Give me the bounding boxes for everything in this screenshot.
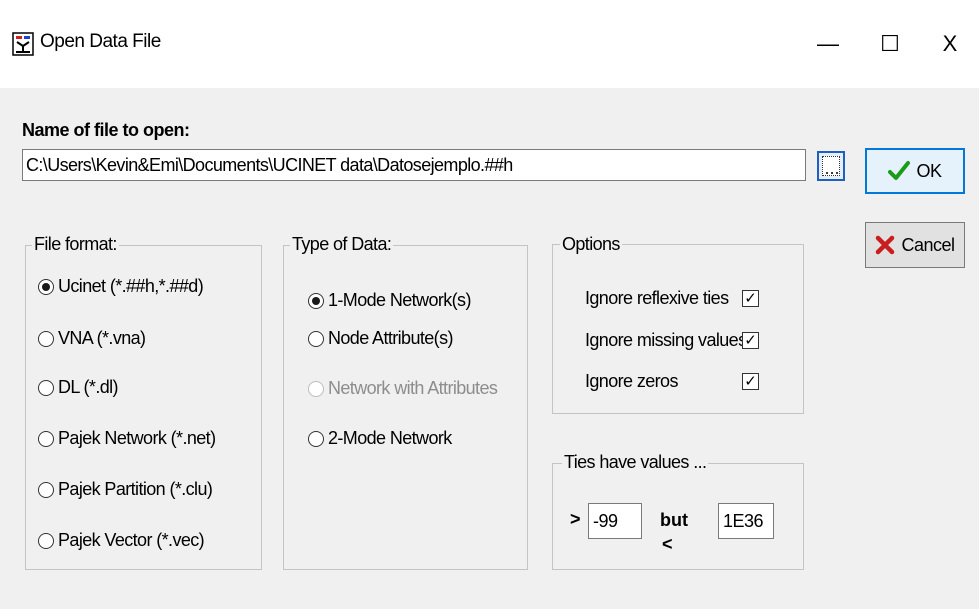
format-ucinet-label: Ucinet (*.##h,*.##d) (58, 276, 204, 296)
format-pajek-partition-label: Pajek Partition (*.clu) (58, 479, 213, 499)
checkmark-icon: ✓ (744, 373, 757, 390)
checkmark-icon (888, 161, 911, 180)
type-of-data-legend: Type of Data: (290, 234, 394, 254)
format-dl-label: DL (*.dl) (58, 377, 119, 397)
format-pajek-partition-option[interactable]: Pajek Partition (*.clu) (38, 479, 213, 500)
ignore-missing-values-label: Ignore missing values (585, 330, 747, 350)
type-network-with-attributes-label: Network with Attributes (328, 378, 498, 398)
type-network-with-attributes-option: Network with Attributes (308, 378, 498, 399)
checkmark-icon: ✓ (744, 332, 757, 349)
format-pajek-vector-option[interactable]: Pajek Vector (*.vec) (38, 530, 205, 551)
ok-label: OK (916, 160, 942, 181)
file-format-legend: File format: (32, 234, 119, 254)
format-pajek-network-label: Pajek Network (*.net) (58, 428, 216, 448)
format-pajek-network-option[interactable]: Pajek Network (*.net) (38, 428, 216, 449)
ucinet-app-icon (12, 32, 34, 56)
type-node-attribute-option[interactable]: Node Attribute(s) (308, 328, 453, 349)
options-legend: Options (560, 234, 622, 254)
file-name-label: Name of file to open: (22, 120, 190, 140)
format-dl-option[interactable]: DL (*.dl) (38, 377, 119, 398)
radio-icon (38, 481, 54, 498)
title-bar: Open Data File — ☐ X (0, 0, 979, 88)
but-label: but (660, 510, 688, 530)
less-than-value-input[interactable]: 1E36 (718, 503, 774, 539)
ok-button[interactable]: OK (865, 148, 965, 194)
ignore-zeros-label: Ignore zeros (585, 371, 678, 391)
ignore-reflexive-ties-label: Ignore reflexive ties (585, 288, 729, 308)
radio-icon (38, 430, 54, 447)
type-1-mode-option[interactable]: 1-Mode Network(s) (308, 290, 471, 311)
ignore-missing-values-checkbox[interactable]: ✓ (742, 332, 759, 349)
greater-than-value-input[interactable]: -99 (588, 503, 642, 539)
type-2-mode-label: 2-Mode Network (328, 428, 452, 448)
format-ucinet-option[interactable]: Ucinet (*.##h,*.##d) (38, 276, 204, 297)
radio-icon (308, 380, 324, 397)
radio-icon (38, 379, 54, 396)
ellipsis-icon (822, 156, 840, 176)
radio-icon (308, 430, 324, 447)
cancel-label: Cancel (901, 234, 955, 255)
radio-icon (308, 330, 324, 347)
format-vna-label: VNA (*.vna) (58, 328, 146, 348)
radio-icon (38, 278, 54, 295)
window-title: Open Data File (40, 31, 161, 52)
file-path-input[interactable]: C:\Users\Kevin&Emi\Documents\UCINET data… (22, 149, 806, 181)
ignore-zeros-checkbox[interactable]: ✓ (742, 373, 759, 390)
radio-icon (38, 532, 54, 549)
greater-than-symbol: > (570, 509, 581, 529)
maximize-button[interactable]: ☐ (862, 0, 918, 88)
format-vna-option[interactable]: VNA (*.vna) (38, 328, 146, 349)
close-button[interactable]: X (922, 0, 978, 88)
less-than-symbol: < (662, 534, 673, 554)
radio-icon (38, 330, 54, 347)
minimize-button[interactable]: — (800, 0, 856, 88)
cancel-x-icon (876, 235, 895, 255)
type-1-mode-label: 1-Mode Network(s) (328, 290, 471, 310)
type-2-mode-option[interactable]: 2-Mode Network (308, 428, 452, 449)
radio-icon (308, 292, 324, 309)
ties-legend: Ties have values ... (562, 452, 709, 472)
checkmark-icon: ✓ (744, 290, 757, 307)
cancel-button[interactable]: Cancel (865, 222, 965, 268)
browse-button[interactable] (817, 151, 845, 181)
format-pajek-vector-label: Pajek Vector (*.vec) (58, 530, 205, 550)
ignore-reflexive-ties-checkbox[interactable]: ✓ (742, 290, 759, 307)
type-node-attribute-label: Node Attribute(s) (328, 328, 453, 348)
